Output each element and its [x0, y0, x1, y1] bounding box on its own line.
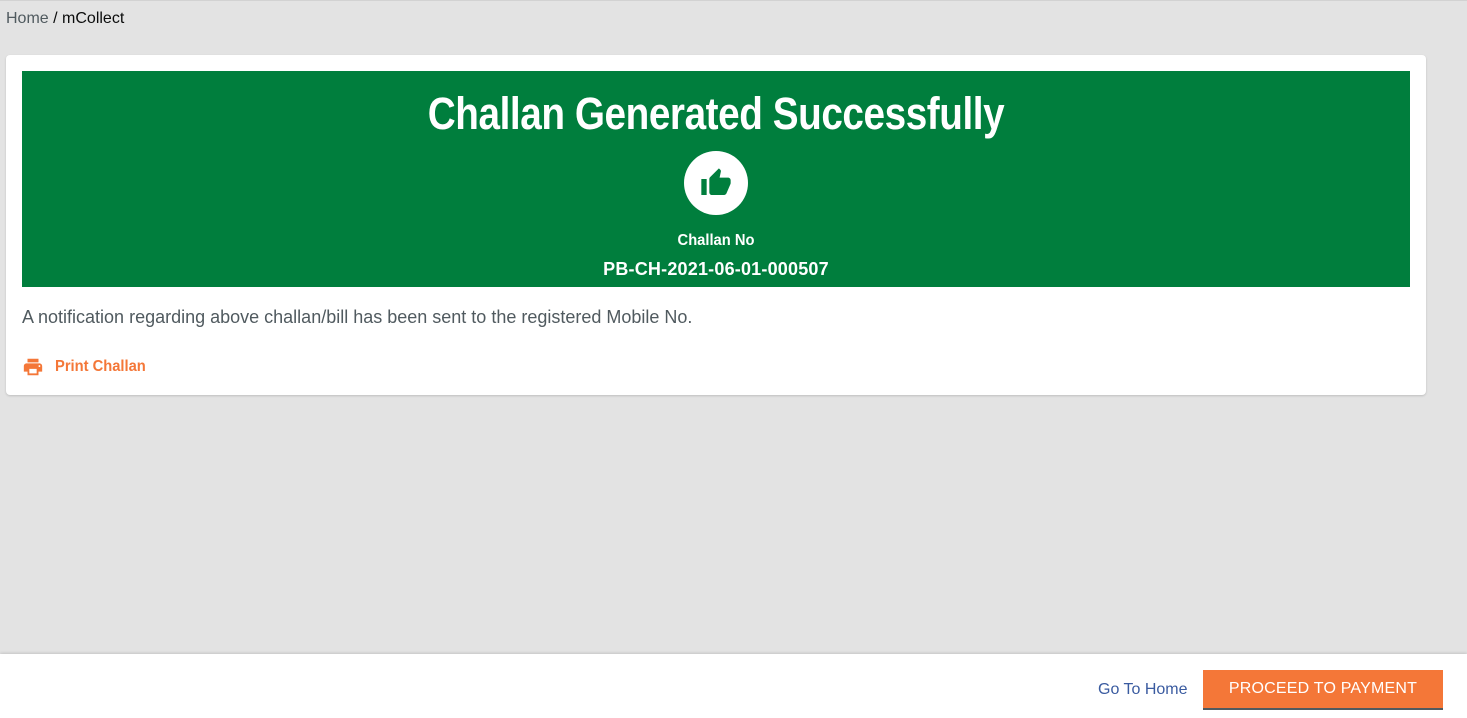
acknowledgement-card: Challan Generated Successfully Challan N… [6, 55, 1426, 395]
challan-number-label: Challan No [677, 232, 755, 249]
success-banner: Challan Generated Successfully Challan N… [22, 71, 1410, 287]
top-divider [0, 0, 1467, 1]
breadcrumb-separator: / [48, 10, 63, 27]
thumbs-up-icon [684, 151, 748, 215]
success-title: Challan Generated Successfully [427, 88, 1005, 139]
print-challan-link[interactable]: Print Challan [22, 355, 154, 379]
bottom-action-bar: Go To Home PROCEED TO PAYMENT [0, 654, 1467, 718]
challan-number-value: PB-CH-2021-06-01-000507 [603, 259, 829, 279]
print-challan-label: Print Challan [55, 358, 146, 375]
go-to-home-link[interactable]: Go To Home [1098, 680, 1188, 700]
breadcrumb-home-link[interactable]: Home [6, 10, 49, 27]
breadcrumb-current: mCollect [62, 10, 125, 27]
printer-icon [23, 358, 43, 376]
breadcrumb: Home / mCollect [6, 9, 124, 29]
proceed-to-payment-button[interactable]: PROCEED TO PAYMENT [1203, 670, 1443, 710]
notification-message: A notification regarding above challan/b… [22, 307, 693, 327]
